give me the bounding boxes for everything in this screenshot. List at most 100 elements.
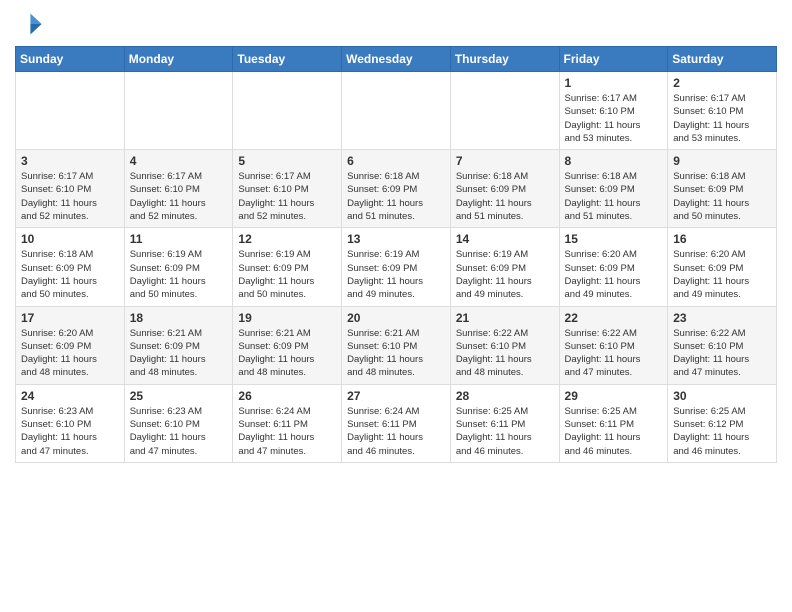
day-info: Sunrise: 6:18 AM Sunset: 6:09 PM Dayligh…: [565, 170, 663, 223]
calendar-cell: 25 Sunrise: 6:23 AM Sunset: 6:10 PM Dayli…: [124, 384, 233, 462]
day-info: Sunrise: 6:19 AM Sunset: 6:09 PM Dayligh…: [238, 248, 336, 301]
calendar-cell: 9 Sunrise: 6:18 AM Sunset: 6:09 PM Daylig…: [668, 150, 777, 228]
calendar-cell: 4Sunrise: 6:17 AM Sunset: 6:10 PM Daylig…: [124, 150, 233, 228]
day-info: Sunrise: 6:24 AM Sunset: 6:11 PM Dayligh…: [238, 405, 336, 458]
day-info: Sunrise: 6:18 AM Sunset: 6:09 PM Dayligh…: [456, 170, 554, 223]
day-number: 8: [565, 154, 663, 168]
calendar-cell: 24 Sunrise: 6:23 AM Sunset: 6:10 PM Dayli…: [16, 384, 125, 462]
day-number: 26: [238, 389, 336, 403]
day-info: Sunrise: 6:22 AM Sunset: 6:10 PM Dayligh…: [673, 327, 771, 380]
calendar-page: SundayMondayTuesdayWednesdayThursdayFrid…: [0, 0, 792, 478]
calendar-cell: 28 Sunrise: 6:25 AM Sunset: 6:11 PM Dayli…: [450, 384, 559, 462]
day-info: Sunrise: 6:21 AM Sunset: 6:09 PM Dayligh…: [130, 327, 228, 380]
day-info: Sunrise: 6:23 AM Sunset: 6:10 PM Dayligh…: [130, 405, 228, 458]
calendar-cell: 7 Sunrise: 6:18 AM Sunset: 6:09 PM Daylig…: [450, 150, 559, 228]
calendar-cell: 11Sunrise: 6:19 AM Sunset: 6:09 PM Dayli…: [124, 228, 233, 306]
calendar-cell: [342, 72, 451, 150]
day-number: 1: [565, 76, 663, 90]
day-number: 24: [21, 389, 119, 403]
day-number: 3: [21, 154, 119, 168]
logo: [15, 10, 47, 38]
day-info: Sunrise: 6:21 AM Sunset: 6:09 PM Dayligh…: [238, 327, 336, 380]
calendar-cell: 8 Sunrise: 6:18 AM Sunset: 6:09 PM Daylig…: [559, 150, 668, 228]
day-info: Sunrise: 6:17 AM Sunset: 6:10 PM Dayligh…: [21, 170, 119, 223]
calendar-cell: [16, 72, 125, 150]
day-info: Sunrise: 6:25 AM Sunset: 6:12 PM Dayligh…: [673, 405, 771, 458]
day-info: Sunrise: 6:22 AM Sunset: 6:10 PM Dayligh…: [456, 327, 554, 380]
calendar-day-header: Monday: [124, 47, 233, 72]
calendar-cell: 27 Sunrise: 6:24 AM Sunset: 6:11 PM Dayli…: [342, 384, 451, 462]
day-info: Sunrise: 6:25 AM Sunset: 6:11 PM Dayligh…: [456, 405, 554, 458]
calendar-cell: 16 Sunrise: 6:20 AM Sunset: 6:09 PM Dayli…: [668, 228, 777, 306]
day-number: 16: [673, 232, 771, 246]
calendar-cell: 17 Sunrise: 6:20 AM Sunset: 6:09 PM Dayli…: [16, 306, 125, 384]
day-info: Sunrise: 6:17 AM Sunset: 6:10 PM Dayligh…: [238, 170, 336, 223]
day-info: Sunrise: 6:17 AM Sunset: 6:10 PM Dayligh…: [565, 92, 663, 145]
day-info: Sunrise: 6:21 AM Sunset: 6:10 PM Dayligh…: [347, 327, 445, 380]
calendar-table: SundayMondayTuesdayWednesdayThursdayFrid…: [15, 46, 777, 463]
day-number: 2: [673, 76, 771, 90]
day-number: 15: [565, 232, 663, 246]
day-info: Sunrise: 6:20 AM Sunset: 6:09 PM Dayligh…: [673, 248, 771, 301]
day-info: Sunrise: 6:17 AM Sunset: 6:10 PM Dayligh…: [130, 170, 228, 223]
calendar-cell: 18 Sunrise: 6:21 AM Sunset: 6:09 PM Dayli…: [124, 306, 233, 384]
day-info: Sunrise: 6:20 AM Sunset: 6:09 PM Dayligh…: [21, 327, 119, 380]
day-number: 23: [673, 311, 771, 325]
day-info: Sunrise: 6:18 AM Sunset: 6:09 PM Dayligh…: [347, 170, 445, 223]
day-info: Sunrise: 6:19 AM Sunset: 6:09 PM Dayligh…: [130, 248, 228, 301]
calendar-cell: 2 Sunrise: 6:17 AM Sunset: 6:10 PM Daylig…: [668, 72, 777, 150]
calendar-cell: 13 Sunrise: 6:19 AM Sunset: 6:09 PM Dayli…: [342, 228, 451, 306]
day-info: Sunrise: 6:22 AM Sunset: 6:10 PM Dayligh…: [565, 327, 663, 380]
day-info: Sunrise: 6:19 AM Sunset: 6:09 PM Dayligh…: [456, 248, 554, 301]
day-number: 6: [347, 154, 445, 168]
calendar-day-header: Tuesday: [233, 47, 342, 72]
calendar-week-row: 17 Sunrise: 6:20 AM Sunset: 6:09 PM Dayli…: [16, 306, 777, 384]
day-info: Sunrise: 6:25 AM Sunset: 6:11 PM Dayligh…: [565, 405, 663, 458]
calendar-week-row: 10 Sunrise: 6:18 AM Sunset: 6:09 PM Dayli…: [16, 228, 777, 306]
calendar-day-header: Sunday: [16, 47, 125, 72]
day-number: 22: [565, 311, 663, 325]
calendar-cell: [233, 72, 342, 150]
day-info: Sunrise: 6:20 AM Sunset: 6:09 PM Dayligh…: [565, 248, 663, 301]
day-number: 29: [565, 389, 663, 403]
day-number: 7: [456, 154, 554, 168]
day-number: 18: [130, 311, 228, 325]
calendar-cell: 14 Sunrise: 6:19 AM Sunset: 6:09 PM Dayli…: [450, 228, 559, 306]
calendar-cell: 5 Sunrise: 6:17 AM Sunset: 6:10 PM Daylig…: [233, 150, 342, 228]
day-number: 14: [456, 232, 554, 246]
calendar-cell: 21 Sunrise: 6:22 AM Sunset: 6:10 PM Dayli…: [450, 306, 559, 384]
calendar-cell: 29 Sunrise: 6:25 AM Sunset: 6:11 PM Dayli…: [559, 384, 668, 462]
calendar-header-row: SundayMondayTuesdayWednesdayThursdayFrid…: [16, 47, 777, 72]
day-number: 9: [673, 154, 771, 168]
calendar-cell: 6 Sunrise: 6:18 AM Sunset: 6:09 PM Daylig…: [342, 150, 451, 228]
calendar-week-row: 24 Sunrise: 6:23 AM Sunset: 6:10 PM Dayli…: [16, 384, 777, 462]
day-number: 20: [347, 311, 445, 325]
day-number: 13: [347, 232, 445, 246]
day-info: Sunrise: 6:17 AM Sunset: 6:10 PM Dayligh…: [673, 92, 771, 145]
day-number: 10: [21, 232, 119, 246]
calendar-cell: 12 Sunrise: 6:19 AM Sunset: 6:09 PM Dayli…: [233, 228, 342, 306]
day-number: 27: [347, 389, 445, 403]
day-number: 5: [238, 154, 336, 168]
calendar-cell: 1 Sunrise: 6:17 AM Sunset: 6:10 PM Daylig…: [559, 72, 668, 150]
calendar-cell: 30Sunrise: 6:25 AM Sunset: 6:12 PM Dayli…: [668, 384, 777, 462]
calendar-cell: 26 Sunrise: 6:24 AM Sunset: 6:11 PM Dayli…: [233, 384, 342, 462]
day-number: 25: [130, 389, 228, 403]
day-info: Sunrise: 6:19 AM Sunset: 6:09 PM Dayligh…: [347, 248, 445, 301]
calendar-cell: [450, 72, 559, 150]
calendar-day-header: Friday: [559, 47, 668, 72]
day-info: Sunrise: 6:18 AM Sunset: 6:09 PM Dayligh…: [673, 170, 771, 223]
header: [15, 10, 777, 38]
day-number: 21: [456, 311, 554, 325]
day-number: 17: [21, 311, 119, 325]
day-number: 12: [238, 232, 336, 246]
calendar-cell: 19 Sunrise: 6:21 AM Sunset: 6:09 PM Dayli…: [233, 306, 342, 384]
calendar-day-header: Wednesday: [342, 47, 451, 72]
day-number: 19: [238, 311, 336, 325]
day-info: Sunrise: 6:18 AM Sunset: 6:09 PM Dayligh…: [21, 248, 119, 301]
calendar-cell: 10 Sunrise: 6:18 AM Sunset: 6:09 PM Dayli…: [16, 228, 125, 306]
day-info: Sunrise: 6:24 AM Sunset: 6:11 PM Dayligh…: [347, 405, 445, 458]
day-number: 28: [456, 389, 554, 403]
day-info: Sunrise: 6:23 AM Sunset: 6:10 PM Dayligh…: [21, 405, 119, 458]
calendar-week-row: 3 Sunrise: 6:17 AM Sunset: 6:10 PM Daylig…: [16, 150, 777, 228]
